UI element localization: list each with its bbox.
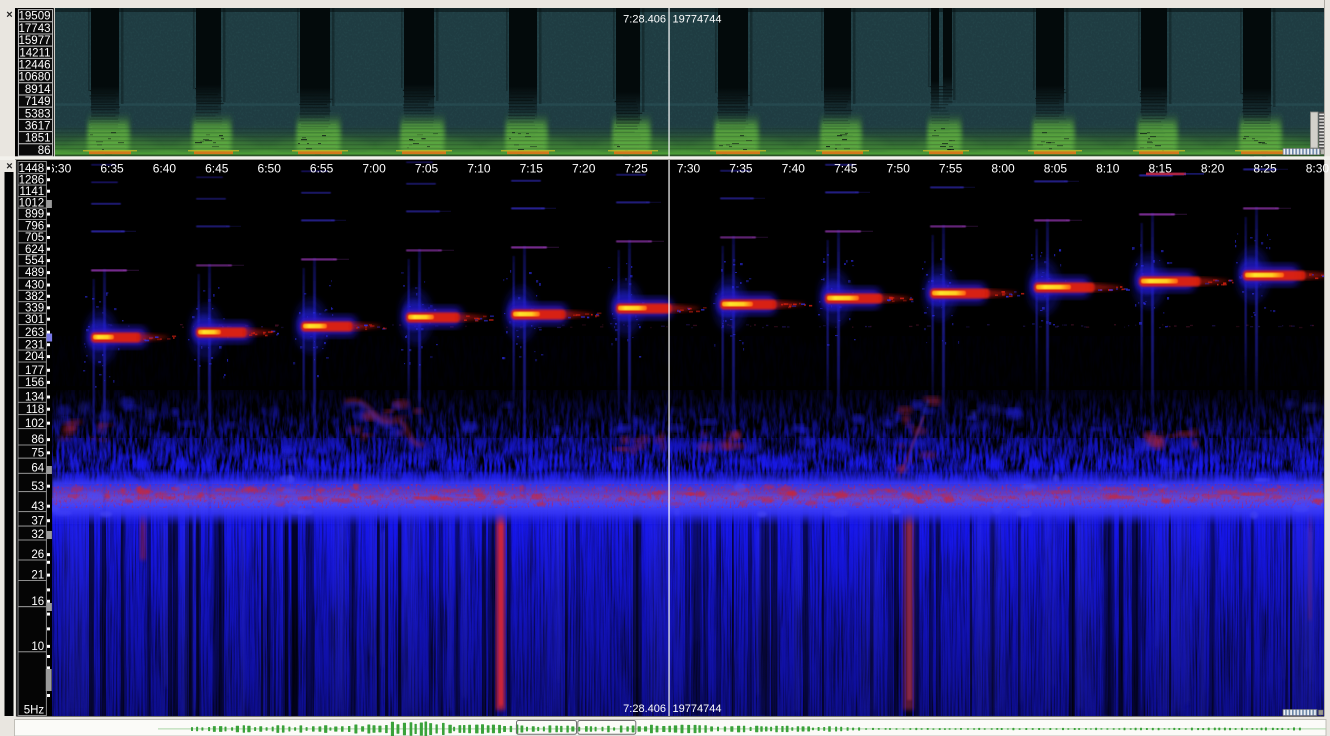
svg-text:156: 156: [25, 377, 44, 389]
svg-text:430: 430: [25, 280, 44, 292]
svg-text:19509: 19509: [19, 11, 51, 23]
svg-text:3617: 3617: [25, 121, 51, 133]
svg-text:6:55: 6:55: [310, 162, 334, 176]
svg-text:7:15: 7:15: [520, 162, 544, 176]
svg-text:8:00: 8:00: [991, 162, 1015, 176]
svg-text:32: 32: [31, 529, 44, 541]
svg-text:5Hz: 5Hz: [24, 705, 45, 717]
svg-text:6:45: 6:45: [205, 162, 229, 176]
svg-text:16: 16: [31, 596, 44, 608]
svg-text:7:10: 7:10: [467, 162, 491, 176]
svg-text:705: 705: [25, 232, 44, 244]
svg-text:102: 102: [25, 418, 44, 430]
svg-text:301: 301: [25, 314, 44, 326]
svg-text:118: 118: [26, 404, 44, 416]
svg-text:7:55: 7:55: [939, 162, 963, 176]
svg-text:6:50: 6:50: [258, 162, 282, 176]
svg-text:6:35: 6:35: [100, 162, 124, 176]
svg-text:7:28.406: 7:28.406: [623, 14, 666, 26]
svg-text:231: 231: [25, 339, 44, 351]
svg-text:7:50: 7:50: [887, 162, 911, 176]
svg-text:8:15: 8:15: [1149, 162, 1173, 176]
svg-text:554: 554: [25, 255, 45, 267]
svg-text:339: 339: [25, 302, 44, 314]
svg-text:624: 624: [25, 244, 45, 256]
svg-text:12446: 12446: [19, 60, 51, 72]
svg-text:8:05: 8:05: [1044, 162, 1068, 176]
svg-text:17743: 17743: [19, 23, 51, 35]
svg-text:10680: 10680: [19, 72, 51, 84]
svg-text:26: 26: [31, 549, 44, 561]
svg-text:7:40: 7:40: [782, 162, 806, 176]
svg-text:37: 37: [31, 515, 44, 527]
svg-text:204: 204: [25, 351, 45, 363]
svg-text:1012: 1012: [19, 197, 45, 209]
svg-text:1851: 1851: [25, 133, 51, 145]
svg-text:7:35: 7:35: [729, 162, 753, 176]
svg-text:7:25: 7:25: [624, 162, 648, 176]
svg-text:×: ×: [6, 9, 12, 21]
svg-text:75: 75: [31, 447, 44, 459]
svg-text:796: 796: [25, 220, 44, 232]
svg-text:5383: 5383: [25, 108, 51, 120]
svg-text:15977: 15977: [19, 35, 51, 47]
svg-text:1448: 1448: [19, 163, 45, 175]
svg-text:7:05: 7:05: [415, 162, 439, 176]
svg-text:8:10: 8:10: [1096, 162, 1120, 176]
svg-text:489: 489: [25, 267, 44, 279]
svg-text:7:28.406: 7:28.406: [623, 703, 666, 715]
svg-text:64: 64: [31, 463, 44, 475]
svg-text:134: 134: [25, 392, 45, 404]
svg-text:6:40: 6:40: [153, 162, 177, 176]
svg-text:14211: 14211: [19, 47, 50, 59]
svg-text:19774744: 19774744: [673, 703, 722, 715]
svg-text:×: ×: [6, 161, 12, 173]
svg-text:899: 899: [25, 209, 44, 221]
svg-text:177: 177: [25, 365, 44, 377]
svg-text:1141: 1141: [19, 186, 44, 198]
svg-text:8:30: 8:30: [1306, 162, 1330, 176]
svg-text:10: 10: [31, 641, 44, 653]
svg-text:86: 86: [38, 145, 51, 157]
svg-text:86: 86: [31, 434, 44, 446]
svg-text:7:00: 7:00: [362, 162, 386, 176]
svg-text:19774744: 19774744: [673, 14, 722, 26]
svg-text:21: 21: [31, 570, 44, 582]
svg-text:7:45: 7:45: [834, 162, 858, 176]
svg-text:7:30: 7:30: [677, 162, 701, 176]
svg-text:8:20: 8:20: [1201, 162, 1225, 176]
svg-text:7:20: 7:20: [572, 162, 596, 176]
svg-text:382: 382: [25, 291, 44, 303]
svg-text:8914: 8914: [25, 84, 51, 96]
svg-text:53: 53: [31, 481, 44, 493]
svg-text:1286: 1286: [19, 174, 45, 186]
svg-text:263: 263: [25, 327, 44, 339]
svg-text:43: 43: [31, 501, 44, 513]
svg-text:8:25: 8:25: [1253, 162, 1277, 176]
svg-text:7149: 7149: [25, 96, 51, 108]
